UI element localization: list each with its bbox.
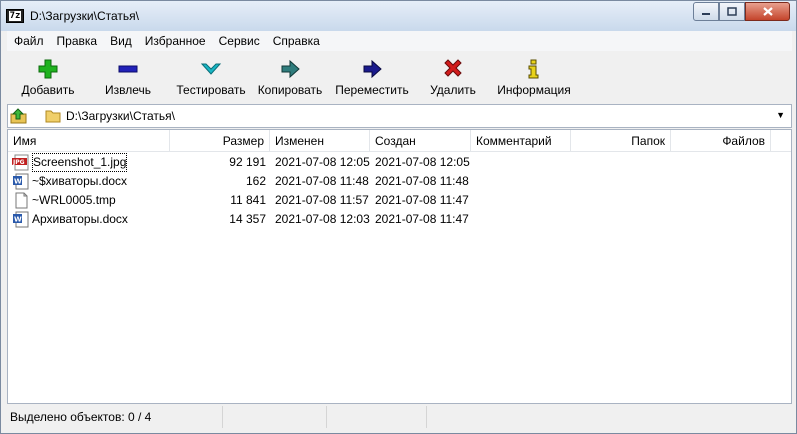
address-input[interactable]: D:\Загрузки\Статья\: [66, 109, 175, 123]
info-button[interactable]: Информация: [495, 51, 573, 97]
info-label: Информация: [497, 83, 571, 97]
maximize-button[interactable]: [719, 2, 745, 21]
menu-bar: Файл Правка Вид Избранное Сервис Справка: [7, 31, 792, 51]
file-modified: 2021-07-08 12:03: [275, 212, 370, 226]
close-icon: [762, 7, 773, 16]
file-list: Имя Размер Изменен Создан Комментарий Па…: [7, 129, 792, 404]
file-size: 162: [245, 174, 266, 188]
menu-file[interactable]: Файл: [7, 34, 50, 48]
move-button[interactable]: Переместить: [334, 51, 410, 97]
column-size[interactable]: Размер: [170, 130, 270, 152]
folder-icon: [45, 109, 61, 126]
file-name: Архиваторы.docx: [32, 212, 128, 226]
title-bar: 7z D:\Загрузки\Статья\: [1, 1, 796, 31]
file-created: 2021-07-08 12:05: [375, 155, 470, 169]
file-name: ~WRL0005.tmp: [32, 193, 116, 207]
file-modified: 2021-07-08 11:48: [275, 174, 369, 188]
app-window: 7z D:\Загрузки\Статья\ Файл Правка Вид И…: [0, 0, 797, 434]
delete-label: Удалить: [430, 83, 476, 97]
word-file-icon: W: [12, 173, 30, 190]
address-dropdown-icon[interactable]: ▼: [776, 110, 785, 120]
status-segment: [223, 406, 327, 428]
column-header-row: Имя Размер Изменен Создан Комментарий Па…: [8, 130, 791, 152]
menu-tools[interactable]: Сервис: [212, 34, 266, 48]
column-modified[interactable]: Изменен: [270, 130, 370, 152]
file-created: 2021-07-08 11:47: [375, 212, 469, 226]
file-size: 14 357: [229, 212, 266, 226]
jpg-file-icon: JPG: [12, 154, 30, 171]
check-down-icon: [199, 58, 223, 80]
test-label: Тестировать: [176, 83, 246, 97]
word-file-icon: W: [12, 211, 30, 228]
window-controls: [693, 2, 790, 21]
copy-button[interactable]: Копировать: [255, 51, 325, 97]
status-segment: [327, 406, 427, 428]
close-button[interactable]: [745, 2, 790, 21]
column-name[interactable]: Имя: [8, 130, 170, 152]
status-segment: [427, 406, 792, 428]
window-title: D:\Загрузки\Статья\: [30, 9, 139, 23]
table-row[interactable]: ~WRL0005.tmp 11 841 2021-07-08 11:57 202…: [8, 191, 791, 210]
copy-label: Копировать: [257, 83, 323, 97]
status-selected: Выделено объектов: 0 / 4: [7, 406, 223, 428]
delete-x-icon: [441, 58, 465, 80]
file-size: 11 841: [230, 193, 266, 207]
svg-text:JPG: JPG: [12, 159, 25, 166]
move-arrow-icon: [360, 58, 384, 80]
move-label: Переместить: [335, 83, 409, 97]
up-arrow-folder-icon: [10, 108, 27, 124]
test-button[interactable]: Тестировать: [171, 51, 251, 97]
toolbar: Добавить Извлечь Тестировать Копировать …: [7, 51, 792, 103]
extract-button[interactable]: Извлечь: [97, 51, 159, 97]
menu-edit[interactable]: Правка: [50, 34, 104, 48]
file-created: 2021-07-08 11:48: [375, 174, 469, 188]
svg-text:W: W: [14, 178, 22, 186]
up-folder-button[interactable]: [9, 107, 29, 125]
minimize-icon: [702, 12, 710, 15]
column-files[interactable]: Файлов: [671, 130, 771, 152]
table-row[interactable]: W Архиваторы.docx 14 357 2021-07-08 12:0…: [8, 210, 791, 229]
table-row[interactable]: JPG Screenshot_1.jpg 92 191 2021-07-08 1…: [8, 153, 791, 172]
file-created: 2021-07-08 11:47: [375, 193, 469, 207]
blank-file-icon: [12, 192, 30, 209]
minimize-button[interactable]: [693, 2, 719, 21]
file-name: ~$хиваторы.docx: [32, 174, 128, 188]
extract-label: Извлечь: [104, 83, 151, 97]
file-modified: 2021-07-08 12:05: [275, 155, 370, 169]
address-bar: D:\Загрузки\Статья\ ▼: [7, 104, 792, 128]
plus-icon: [36, 58, 60, 80]
delete-button[interactable]: Удалить: [425, 51, 481, 97]
add-button[interactable]: Добавить: [15, 51, 81, 97]
file-modified: 2021-07-08 11:57: [275, 193, 369, 207]
status-bar: Выделено объектов: 0 / 4: [7, 406, 792, 428]
app-icon-text: 7z: [8, 11, 22, 21]
column-comment[interactable]: Комментарий: [471, 130, 571, 152]
menu-help[interactable]: Справка: [266, 34, 326, 48]
table-row[interactable]: W ~$хиваторы.docx 162 2021-07-08 11:48 2…: [8, 172, 791, 191]
column-created[interactable]: Создан: [370, 130, 471, 152]
add-label: Добавить: [21, 83, 75, 97]
menu-view[interactable]: Вид: [103, 34, 138, 48]
menu-favorites[interactable]: Избранное: [138, 34, 212, 48]
info-icon: [522, 58, 546, 80]
copy-arrow-icon: [278, 58, 302, 80]
file-name: Screenshot_1.jpg: [32, 153, 128, 172]
svg-text:W: W: [14, 216, 22, 224]
column-folders[interactable]: Папок: [571, 130, 671, 152]
app-7zip-icon: 7z: [6, 9, 24, 23]
file-size: 92 191: [229, 155, 266, 169]
maximize-icon: [727, 7, 737, 16]
minus-icon: [116, 58, 140, 80]
